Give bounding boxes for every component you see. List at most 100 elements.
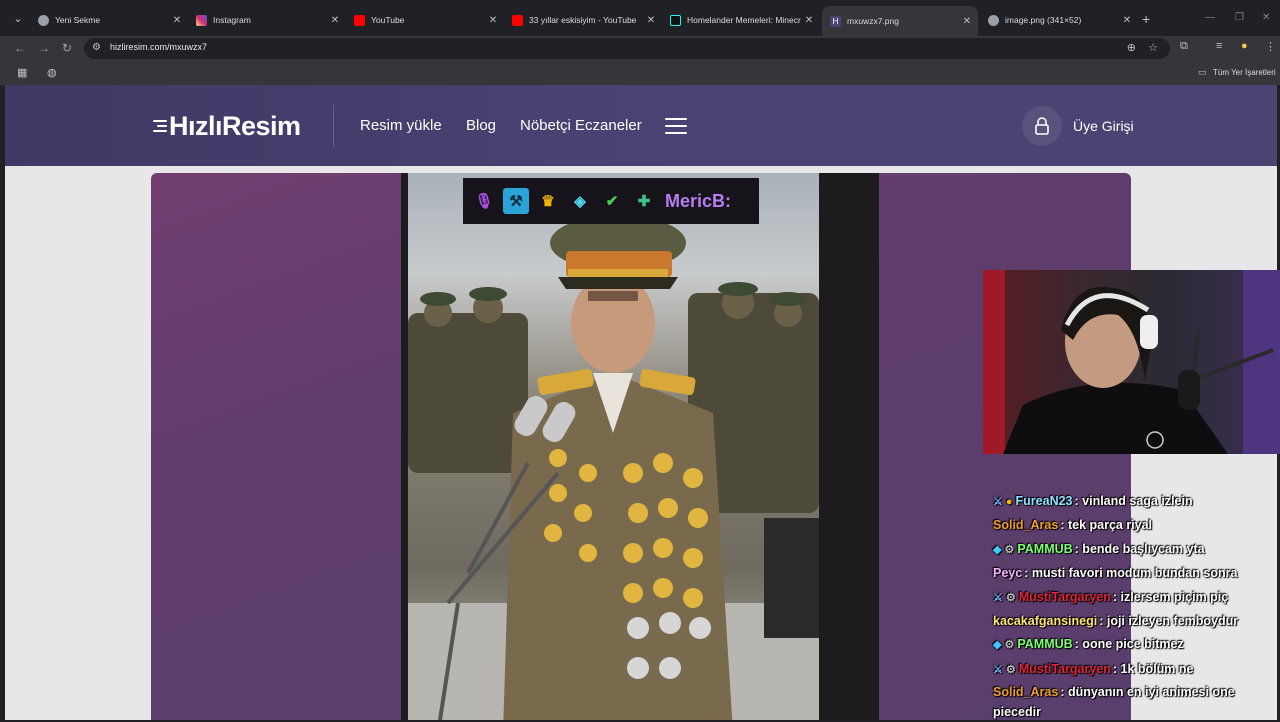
- tab-new-tab[interactable]: Yeni Sekme ✕: [30, 8, 188, 32]
- back-icon[interactable]: ←: [14, 41, 26, 55]
- tab-tiktok[interactable]: Homelander Memeleri: Minecr ✕: [662, 8, 820, 32]
- nav-upload-link[interactable]: Resim yükle: [360, 117, 442, 134]
- gear-badge-icon: ⚙: [1004, 639, 1015, 652]
- close-icon[interactable]: ✕: [486, 15, 500, 26]
- bookmark-star-icon[interactable]: ☆: [1148, 41, 1158, 54]
- close-icon[interactable]: ✕: [802, 15, 816, 26]
- site-logo[interactable]: HızlıResim: [153, 109, 301, 143]
- bookmarks-bar: ▦ ◍ ▭ Tüm Yer İşaretleri: [0, 60, 1280, 85]
- tab-title: mxuwzx7.png: [847, 16, 899, 26]
- verified-icon: ✔: [605, 193, 619, 210]
- plus-icon: ✚: [637, 193, 651, 210]
- folder-icon[interactable]: ▭: [1198, 67, 1207, 78]
- chat-text: : oone pice bitmez: [1074, 637, 1184, 652]
- tab-youtube-video[interactable]: 33 yıllar eskisiyim - YouTube ✕: [504, 8, 662, 32]
- chat-message: ⚔ ⚙ MustiTargaryen: izlersem piçim piç: [993, 586, 1253, 610]
- login-link[interactable]: Üye Girişi: [1073, 118, 1134, 134]
- game-icon: ◈: [574, 193, 586, 210]
- chat-message: Peyc: musti favori modum bundan sonra: [993, 562, 1253, 585]
- webcam-overlay: [983, 270, 1280, 454]
- hammer-icon: ⚒: [503, 188, 529, 214]
- chat-text: : bende başlıycam yta: [1074, 541, 1205, 556]
- window-close-icon[interactable]: ✕: [1262, 12, 1270, 23]
- chat-message: ◆ ⚙ PAMMUB: bende başlıycam yta: [993, 538, 1253, 562]
- chat-message: ⚔ ⚙ MustiTargaryen: 1k bölüm ne: [993, 658, 1253, 682]
- close-icon[interactable]: ✕: [960, 16, 974, 27]
- mic-icon: 🎙: [474, 193, 494, 210]
- sword-icon: ⚔: [993, 591, 1003, 604]
- logo-text: HızlıResim: [169, 110, 301, 141]
- speed-lines-icon: [153, 120, 167, 132]
- nav-blog-link[interactable]: Blog: [466, 117, 496, 134]
- chat-message: Solid_Aras: tek parça riyal: [993, 514, 1253, 537]
- crown-icon: ♛: [541, 193, 555, 210]
- tab-title: Homelander Memeleri: Minecr: [687, 15, 801, 25]
- tab-title: YouTube: [371, 15, 405, 25]
- gem-icon: ◆: [993, 639, 1002, 652]
- chat-text: : izlersem piçim piç: [1112, 589, 1229, 604]
- hamburger-menu-icon[interactable]: [665, 118, 687, 134]
- chat-text: : musti favori modum bundan sonra: [1024, 566, 1238, 581]
- media-icon[interactable]: ≡: [1216, 40, 1222, 52]
- chat-username: Peyc: [993, 566, 1023, 581]
- youtube-icon: [512, 14, 523, 26]
- chrome-icon: [38, 14, 49, 26]
- url-text[interactable]: hizliresim.com/mxuwzx7: [110, 42, 207, 52]
- apps-grid-icon[interactable]: ▦: [17, 66, 27, 79]
- chat-username: kacakafgansinegi: [993, 614, 1098, 629]
- maximize-icon[interactable]: ❐: [1235, 12, 1244, 23]
- hizliresim-icon: H: [830, 15, 841, 27]
- zoom-icon[interactable]: ⊕: [1127, 41, 1136, 54]
- close-icon[interactable]: ✕: [328, 15, 342, 26]
- chat-text: : vinland saga izlein: [1074, 494, 1193, 508]
- chat-message: ◆ ⚙ PAMMUB: oone pice bitmez: [993, 633, 1253, 657]
- uploaded-image[interactable]: 🎙 ⚒ ♛ ◈ ✔ ✚ MericB:: [408, 173, 819, 720]
- close-icon[interactable]: ✕: [1120, 15, 1134, 26]
- extensions-icon[interactable]: ⧉: [1180, 40, 1188, 53]
- chat-text: : joji izleyen femboydur: [1099, 614, 1239, 629]
- photo-illustration: [408, 215, 819, 720]
- site-info-icon[interactable]: ⚙: [92, 42, 101, 53]
- globe-icon[interactable]: ◍: [47, 66, 57, 79]
- close-icon[interactable]: ✕: [170, 15, 184, 26]
- gear-badge-icon: ⚙: [1004, 543, 1015, 556]
- chat-text: : tek parça riyal: [1060, 518, 1153, 533]
- close-icon[interactable]: ✕: [644, 15, 658, 26]
- chat-message: Solid_Aras: dünyanın en iyi animesi one …: [993, 682, 1253, 722]
- chat-message: ⚔ ● FureaN23: vinland saga izlein: [993, 490, 1253, 514]
- lock-icon[interactable]: [1022, 106, 1062, 146]
- chat-username: Solid_Aras: [993, 685, 1059, 700]
- site-header: HızlıResim Resim yükle Blog Nöbetçi Ecza…: [5, 85, 1277, 166]
- tab-title: Yeni Sekme: [55, 15, 101, 25]
- chat-username: PAMMUB: [1017, 637, 1073, 652]
- forward-icon[interactable]: →: [38, 41, 50, 55]
- stream-badge-strip: 🎙 ⚒ ♛ ◈ ✔ ✚ MericB:: [463, 178, 759, 224]
- menu-icon[interactable]: ⋮: [1265, 40, 1276, 53]
- chat-username: PAMMUB: [1017, 541, 1073, 556]
- tab-image-png[interactable]: image.png (341×52) ✕: [980, 8, 1138, 32]
- tab-active-image[interactable]: H mxuwzx7.png ✕: [822, 6, 978, 36]
- toolbar: ← → ↻ ⚙ hizliresim.com/mxuwzx7 ⊕ ☆: [0, 36, 1280, 60]
- chat-message: kacakafgansinegi: joji izleyen femboydur: [993, 610, 1253, 633]
- reload-icon[interactable]: ↻: [62, 41, 72, 55]
- chat-text: : 1k bölüm ne: [1112, 661, 1194, 676]
- chat-username: MustiTargaryen: [1018, 661, 1111, 676]
- chat-username: FureaN23: [1015, 494, 1073, 508]
- sword-icon: ⚔: [993, 663, 1003, 676]
- nav-pharmacies-link[interactable]: Nöbetçi Eczaneler: [520, 117, 642, 134]
- gem-icon: ◆: [993, 543, 1002, 556]
- address-bar[interactable]: ⚙ hizliresim.com/mxuwzx7 ⊕ ☆: [84, 38, 1170, 59]
- globe-icon: [988, 14, 999, 26]
- tab-bar: ⌄ Yeni Sekme ✕ Instagram ✕ YouTube ✕ 33 …: [0, 0, 1280, 38]
- streamer-name: MericB:: [665, 190, 732, 211]
- tab-instagram[interactable]: Instagram ✕: [188, 8, 346, 32]
- minimize-icon[interactable]: —: [1205, 12, 1215, 23]
- gear-badge-icon: ⚙: [1005, 663, 1016, 676]
- profile-icon[interactable]: ●: [1241, 40, 1248, 52]
- tab-youtube[interactable]: YouTube ✕: [346, 8, 504, 32]
- new-tab-icon[interactable]: +: [1142, 12, 1150, 26]
- youtube-icon: [354, 14, 365, 26]
- tab-title: 33 yıllar eskisiyim - YouTube: [529, 15, 637, 25]
- all-bookmarks-label[interactable]: Tüm Yer İşaretleri: [1213, 68, 1276, 77]
- tab-search-icon[interactable]: ⌄: [10, 11, 26, 27]
